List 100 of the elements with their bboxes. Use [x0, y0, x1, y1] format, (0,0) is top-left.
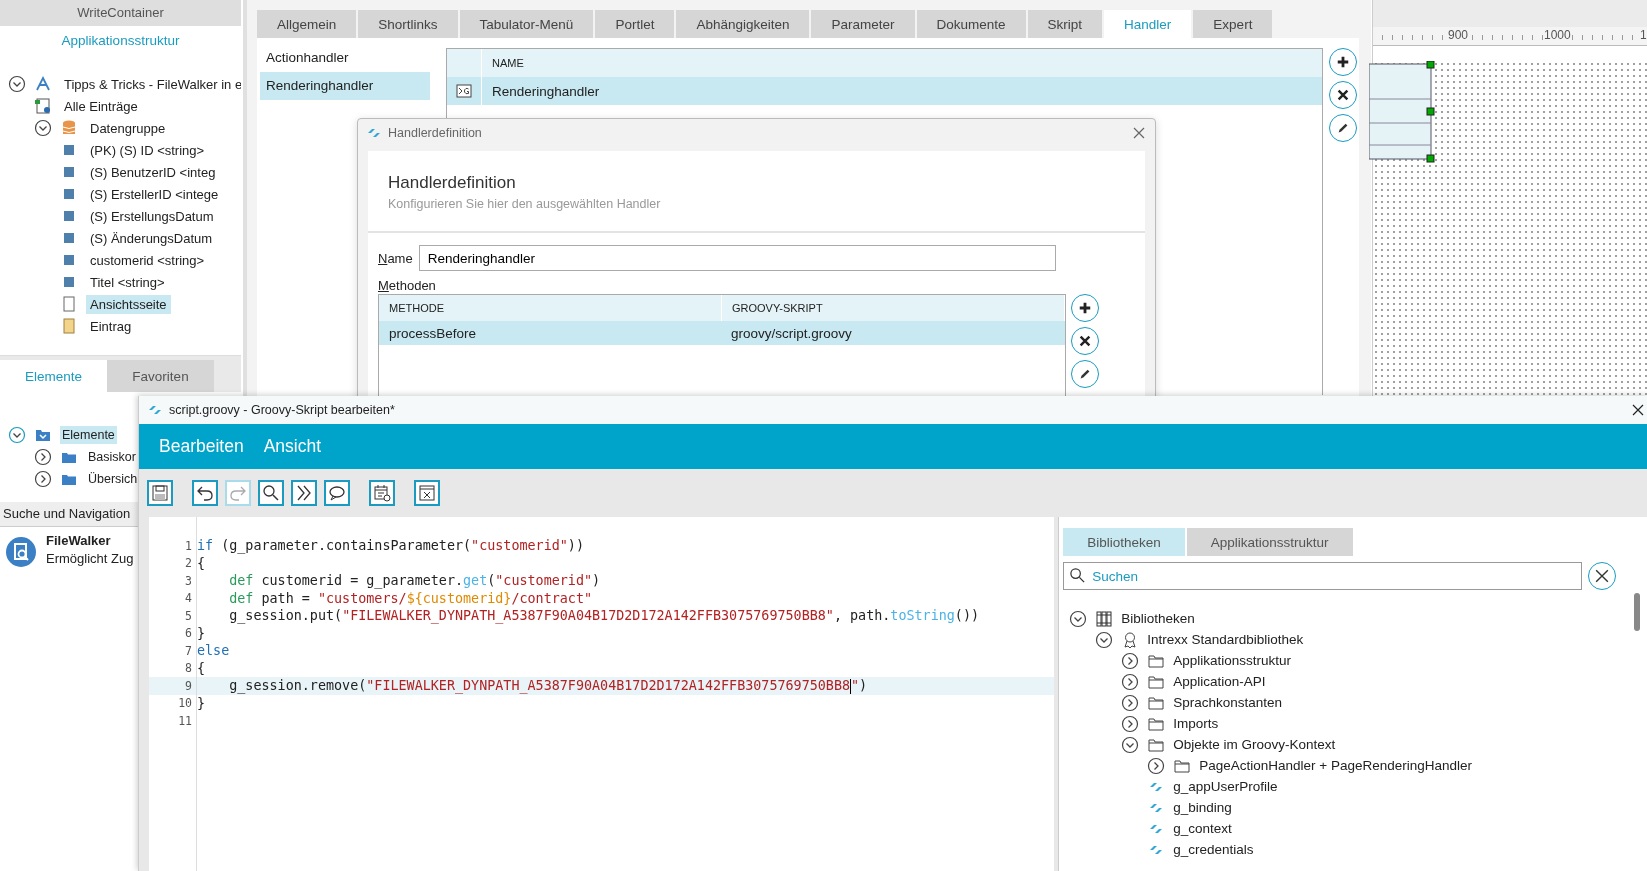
tab[interactable]: Parameter: [811, 10, 915, 38]
list-item[interactable]: Renderinghandler: [260, 72, 430, 100]
add-button[interactable]: [1071, 294, 1099, 322]
tab[interactable]: Skript: [1027, 10, 1103, 38]
code-line: }: [197, 625, 206, 641]
tree-item[interactable]: Basiskor: [86, 448, 138, 466]
tree-item[interactable]: Sprachkonstanten: [1173, 695, 1282, 710]
tree-item[interactable]: (S) ÄnderungsDatum: [86, 228, 217, 248]
line-number: 10: [177, 696, 193, 711]
tab[interactable]: Bibliotheken: [1063, 528, 1185, 556]
tab[interactable]: Allgemein: [257, 10, 357, 38]
comment-button[interactable]: [324, 480, 350, 506]
tree-item[interactable]: Intrexx Standardbibliothek: [1147, 632, 1304, 647]
ruler-label: 1000: [1543, 28, 1572, 42]
collapse-icon[interactable]: [1095, 630, 1114, 649]
code-line: if (g_parameter.containsParameter("customerid")): [197, 538, 584, 554]
item-title[interactable]: FileWalker: [46, 533, 134, 548]
forward-button[interactable]: [291, 480, 317, 506]
tree-item[interactable]: Übersich: [86, 470, 140, 488]
scrollbar-thumb[interactable]: [1634, 593, 1640, 631]
code-line: g_session.put("FILEWALKER_DYNPATH_A5387F90A04B17D2D172A142FFB3075769750BB8", path.toString()): [228, 608, 980, 624]
table-cell[interactable]: Renderinghandler: [482, 83, 600, 99]
tab[interactable]: Portlet: [595, 10, 675, 38]
form-icon: [60, 317, 78, 335]
tree-item[interactable]: (S) ErstellungsDatum: [86, 206, 218, 226]
expand-icon[interactable]: [1121, 651, 1140, 670]
tree-item[interactable]: (S) BenutzerID <integ: [86, 162, 220, 182]
tree-item[interactable]: Objekte im Groovy-Kontext: [1173, 737, 1336, 752]
tree-item[interactable]: Tipps & Tricks - FileWalker in e: [60, 74, 241, 94]
list-item[interactable]: Actionhandler: [260, 44, 430, 72]
expand-icon[interactable]: [1147, 756, 1166, 775]
database-icon: [60, 119, 78, 137]
ruler-label: 1: [1639, 28, 1647, 42]
tree-item[interactable]: Application-API: [1173, 674, 1266, 689]
tree-item[interactable]: Datengruppe: [86, 118, 170, 138]
tree-item[interactable]: (PK) (S) ID <string>: [86, 140, 209, 160]
save-button[interactable]: [147, 480, 173, 506]
calendar-icon: [372, 483, 392, 503]
tab[interactable]: Shortlinks: [358, 10, 458, 38]
dialog-heading: Handlerdefinition: [388, 173, 517, 193]
tree-item[interactable]: customerid <string>: [86, 250, 209, 270]
add-button[interactable]: [1329, 48, 1357, 76]
comment-icon: [327, 483, 347, 503]
tree-item[interactable]: Eintrag: [86, 316, 136, 336]
edit-button[interactable]: [1071, 360, 1099, 388]
code-line: {: [197, 555, 206, 571]
expand-icon[interactable]: [34, 470, 52, 488]
column-header[interactable]: NAME: [482, 57, 524, 69]
table-cell[interactable]: processBefore: [379, 325, 721, 341]
tree-item[interactable]: Ansichtsseite: [86, 294, 171, 314]
expand-icon[interactable]: [34, 448, 52, 466]
collapse-icon[interactable]: [1121, 735, 1140, 754]
tree-item[interactable]: g_context: [1173, 821, 1232, 836]
ruler-label: 900: [1447, 28, 1470, 42]
calendar-button[interactable]: [369, 480, 395, 506]
expand-icon[interactable]: [1121, 714, 1140, 733]
tree-item[interactable]: g_appUserProfile: [1173, 779, 1278, 794]
tree-item[interactable]: PageActionHandler + PageRenderingHandler: [1199, 758, 1472, 773]
line-number: 2: [184, 556, 193, 571]
undo-button[interactable]: [192, 480, 218, 506]
tree-item[interactable]: Elemente: [60, 426, 117, 444]
panel-tab[interactable]: Favoriten: [107, 360, 214, 392]
search-icon: [261, 483, 281, 503]
tree-item[interactable]: (S) ErstellerID <intege: [86, 184, 223, 204]
line-number: 3: [184, 573, 193, 588]
edit-button[interactable]: [1329, 114, 1357, 142]
tree-item[interactable]: Bibliotheken: [1121, 611, 1195, 626]
expand-icon[interactable]: [1121, 672, 1140, 691]
tree-item[interactable]: g_binding: [1173, 800, 1232, 815]
tab[interactable]: Dokumente: [916, 10, 1026, 38]
collapse-icon[interactable]: [8, 75, 26, 93]
tree-item[interactable]: Applikationsstruktur: [1173, 653, 1291, 668]
tree-item[interactable]: Alle Einträge: [60, 96, 142, 116]
tab[interactable]: Abhängigkeiten: [676, 10, 810, 38]
tree-item[interactable]: g_credentials: [1173, 842, 1254, 857]
expand-icon[interactable]: [1121, 693, 1140, 712]
search-button[interactable]: [258, 480, 284, 506]
remove-button[interactable]: [1329, 81, 1357, 109]
window-title: Handlerdefinition: [388, 126, 482, 140]
books-icon: [1095, 609, 1114, 628]
line-number: 9: [184, 678, 193, 693]
remove-button[interactable]: [1071, 327, 1099, 355]
close-icon: [1336, 88, 1350, 102]
collapse-icon[interactable]: [1069, 609, 1088, 628]
tab[interactable]: Tabulator-Menü: [459, 10, 594, 38]
selected-element-drawing[interactable]: [1369, 61, 1435, 163]
tab[interactable]: Expert: [1193, 10, 1273, 38]
section-label: Methoden: [378, 278, 437, 293]
close-icon[interactable]: [1632, 404, 1644, 416]
table-cell[interactable]: groovy/script.groovy: [721, 325, 1063, 341]
close-button[interactable]: [414, 480, 440, 506]
search-field[interactable]: Suchen: [1063, 562, 1583, 590]
list-view-icon: [34, 97, 52, 115]
plus-icon: [1336, 55, 1350, 69]
name-field[interactable]: Renderinghandler: [418, 245, 1056, 271]
tree-item[interactable]: Imports: [1173, 716, 1219, 731]
pencil-icon: [1336, 121, 1350, 135]
collapse-icon[interactable]: [34, 119, 52, 137]
tree-item[interactable]: Titel <string>: [86, 272, 169, 292]
tab[interactable]: Applikationsstruktur: [1186, 528, 1353, 556]
